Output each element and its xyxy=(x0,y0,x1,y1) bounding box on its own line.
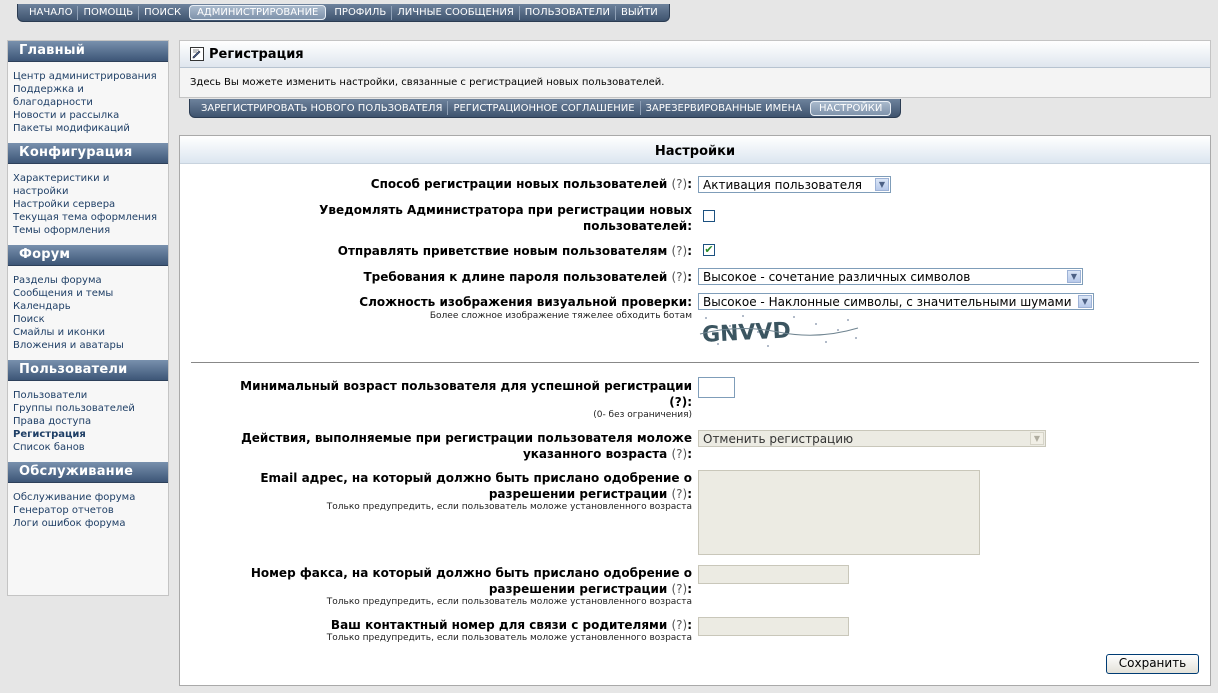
tab-3[interactable]: НАСТРОЙКИ xyxy=(809,100,892,116)
reg-method-select[interactable]: Активация пользователя ▼ xyxy=(698,176,891,193)
page-title: Регистрация xyxy=(209,46,304,62)
menu-item-7[interactable]: ВЫЙТИ xyxy=(616,7,663,18)
sidebar-link-list: Пользователи Группы пользователей Права до… xyxy=(8,381,168,462)
sidebar-link[interactable]: Регистрация xyxy=(13,428,164,441)
section-tabs: ЗАРЕГИСТРИРОВАТЬ НОВОГО ПОЛЬЗОВАТЕЛЯ РЕГИ… xyxy=(189,99,902,118)
menu-item-4[interactable]: ПРОФИЛЬ xyxy=(329,7,391,18)
parent-phone-input[interactable] xyxy=(698,617,849,636)
approval-fax-label: Номер факса, на который должно быть прис… xyxy=(250,566,692,596)
help-link[interactable]: (?) xyxy=(671,270,687,284)
help-link[interactable]: (?) xyxy=(671,487,687,501)
menu-item-2[interactable]: ПОИСК xyxy=(139,7,186,18)
sidebar-link[interactable]: Пользователи xyxy=(13,389,164,402)
edit-page-icon xyxy=(190,47,204,61)
sidebar-link[interactable]: Поддержка и благодарности xyxy=(13,83,164,109)
sidebar-link[interactable]: Текущая тема оформления xyxy=(13,211,164,224)
page-title-box: Регистрация Здесь Вы можете изменить нас… xyxy=(179,40,1211,98)
menu-item-1[interactable]: ПОМОЩЬ xyxy=(78,7,138,18)
chevron-down-icon: ▼ xyxy=(1030,432,1044,445)
approval-email-label: Email адрес, на который должно быть прис… xyxy=(260,471,692,501)
sidebar-link[interactable]: Вложения и аватары xyxy=(13,339,164,352)
menu-item-5[interactable]: ЛИЧНЫЕ СООБЩЕНИЯ xyxy=(392,7,518,18)
main-menu: НАЧАЛО ПОМОЩЬ ПОИСК АДМИНИСТРИРОВАНИЕ ПРОФИЛ… xyxy=(17,4,670,22)
sidebar-link[interactable]: Поиск xyxy=(13,313,164,326)
captcha-select[interactable]: Высокое - Наклонные символы, с значитель… xyxy=(698,293,1094,310)
sidebar-section-title: Форум xyxy=(8,245,168,266)
approval-fax-note: Только предупредить, если пользователь м… xyxy=(326,597,692,607)
admin-sidebar: Главный Центр администрирования Поддержка … xyxy=(7,40,169,596)
underage-action-label: Действия, выполняемые при регистрации по… xyxy=(241,431,692,461)
sidebar-link[interactable]: Разделы форума xyxy=(13,274,164,287)
password-strength-select[interactable]: Высокое - сочетание различных символов ▼ xyxy=(698,268,1083,285)
sidebar-link-list: Разделы форума Сообщения и темы Календарь П… xyxy=(8,266,168,360)
help-link[interactable]: (?) xyxy=(671,618,687,632)
password-strength-label: Требования к длине пароля пользователей … xyxy=(363,270,692,284)
sidebar-section-title: Пользователи xyxy=(8,360,168,381)
sidebar-link[interactable]: Центр администрирования xyxy=(13,70,164,83)
sidebar-link[interactable]: Группы пользователей xyxy=(13,402,164,415)
approval-fax-input[interactable] xyxy=(698,565,849,584)
tab-0[interactable]: ЗАРЕГИСТРИРОВАТЬ НОВОГО ПОЛЬЗОВАТЕЛЯ xyxy=(196,103,447,114)
sidebar-link[interactable]: Характеристики и настройки xyxy=(13,172,164,198)
approval-email-note: Только предупредить, если пользователь м… xyxy=(326,502,692,512)
send-welcome-checkbox[interactable]: ✔ xyxy=(703,244,715,256)
sidebar-link[interactable]: Права доступа xyxy=(13,415,164,428)
menu-item-6[interactable]: ПОЛЬЗОВАТЕЛИ xyxy=(520,7,615,18)
help-link[interactable]: (?) xyxy=(671,244,687,258)
min-age-note: (0- без ограничения) xyxy=(593,410,692,420)
sidebar-link[interactable]: Настройки сервера xyxy=(13,198,164,211)
tab-1[interactable]: РЕГИСТРАЦИОННОЕ СОГЛАШЕНИЕ xyxy=(448,103,639,114)
section-divider xyxy=(191,362,1199,363)
sidebar-link[interactable]: Логи ошибок форума xyxy=(13,517,164,530)
help-link[interactable]: (?) xyxy=(671,447,687,461)
save-button[interactable]: Сохранить xyxy=(1106,654,1199,674)
captcha-image: GNVVD xyxy=(698,312,863,350)
sidebar-link[interactable]: Новости и рассылка xyxy=(13,109,164,122)
min-age-label: Минимальный возраст пользователя для усп… xyxy=(240,379,692,409)
sidebar-section-title: Обслуживание xyxy=(8,462,168,483)
chevron-down-icon: ▼ xyxy=(1067,270,1081,283)
captcha-note: Более сложное изображение тяжелее обходи… xyxy=(429,311,692,321)
captcha-label: Сложность изображения визуальной проверк… xyxy=(359,295,692,309)
sidebar-section-title: Главный xyxy=(8,41,168,62)
send-welcome-label: Отправлять приветствие новым пользовател… xyxy=(337,244,692,258)
sidebar-link[interactable]: Смайлы и иконки xyxy=(13,326,164,339)
parent-phone-label: Ваш контактный номер для связи с родител… xyxy=(330,618,692,632)
sidebar-link-list: Обслуживание форума Генератор отчетов Логи… xyxy=(8,483,168,538)
tab-2[interactable]: ЗАРЕЗЕРВИРОВАННЫЕ ИМЕНА xyxy=(641,103,807,114)
underage-action-select[interactable]: Отменить регистрацию ▼ xyxy=(698,430,1046,447)
sidebar-link[interactable]: Сообщения и темы xyxy=(13,287,164,300)
help-link[interactable]: (?) xyxy=(671,177,687,191)
chevron-down-icon: ▼ xyxy=(875,178,889,191)
notify-admin-label: Уведомлять Администратора при регистраци… xyxy=(319,203,692,233)
min-age-input[interactable] xyxy=(698,377,735,398)
reg-method-label: Способ регистрации новых пользователей (… xyxy=(370,177,692,191)
menu-item-3[interactable]: АДМИНИСТРИРОВАНИЕ xyxy=(189,5,327,20)
sidebar-section-title: Конфигурация xyxy=(8,143,168,164)
sidebar-link[interactable]: Темы оформления xyxy=(13,224,164,237)
settings-header: Настройки xyxy=(180,136,1210,164)
sidebar-link[interactable]: Обслуживание форума xyxy=(13,491,164,504)
menu-item-0[interactable]: НАЧАЛО xyxy=(24,7,77,18)
page-description: Здесь Вы можете изменить настройки, связ… xyxy=(190,77,665,88)
settings-panel: Настройки Способ регистрации новых польз… xyxy=(179,135,1211,686)
sidebar-link-list: Характеристики и настройки Настройки серв… xyxy=(8,164,168,245)
sidebar-link[interactable]: Список банов xyxy=(13,441,164,454)
sidebar-link-list: Центр администрирования Поддержка и благо… xyxy=(8,62,168,143)
chevron-down-icon: ▼ xyxy=(1078,295,1092,308)
sidebar-link[interactable]: Генератор отчетов xyxy=(13,504,164,517)
captcha-text: GNVVD xyxy=(701,318,791,348)
sidebar-link[interactable]: Пакеты модификаций xyxy=(13,122,164,135)
notify-admin-checkbox[interactable] xyxy=(703,210,715,222)
help-link[interactable]: (?) xyxy=(671,582,687,596)
approval-email-textarea[interactable] xyxy=(698,470,980,555)
parent-phone-note: Только предупредить, если пользователь м… xyxy=(326,633,692,643)
page-title-bar: Регистрация xyxy=(180,41,1210,68)
sidebar-link[interactable]: Календарь xyxy=(13,300,164,313)
